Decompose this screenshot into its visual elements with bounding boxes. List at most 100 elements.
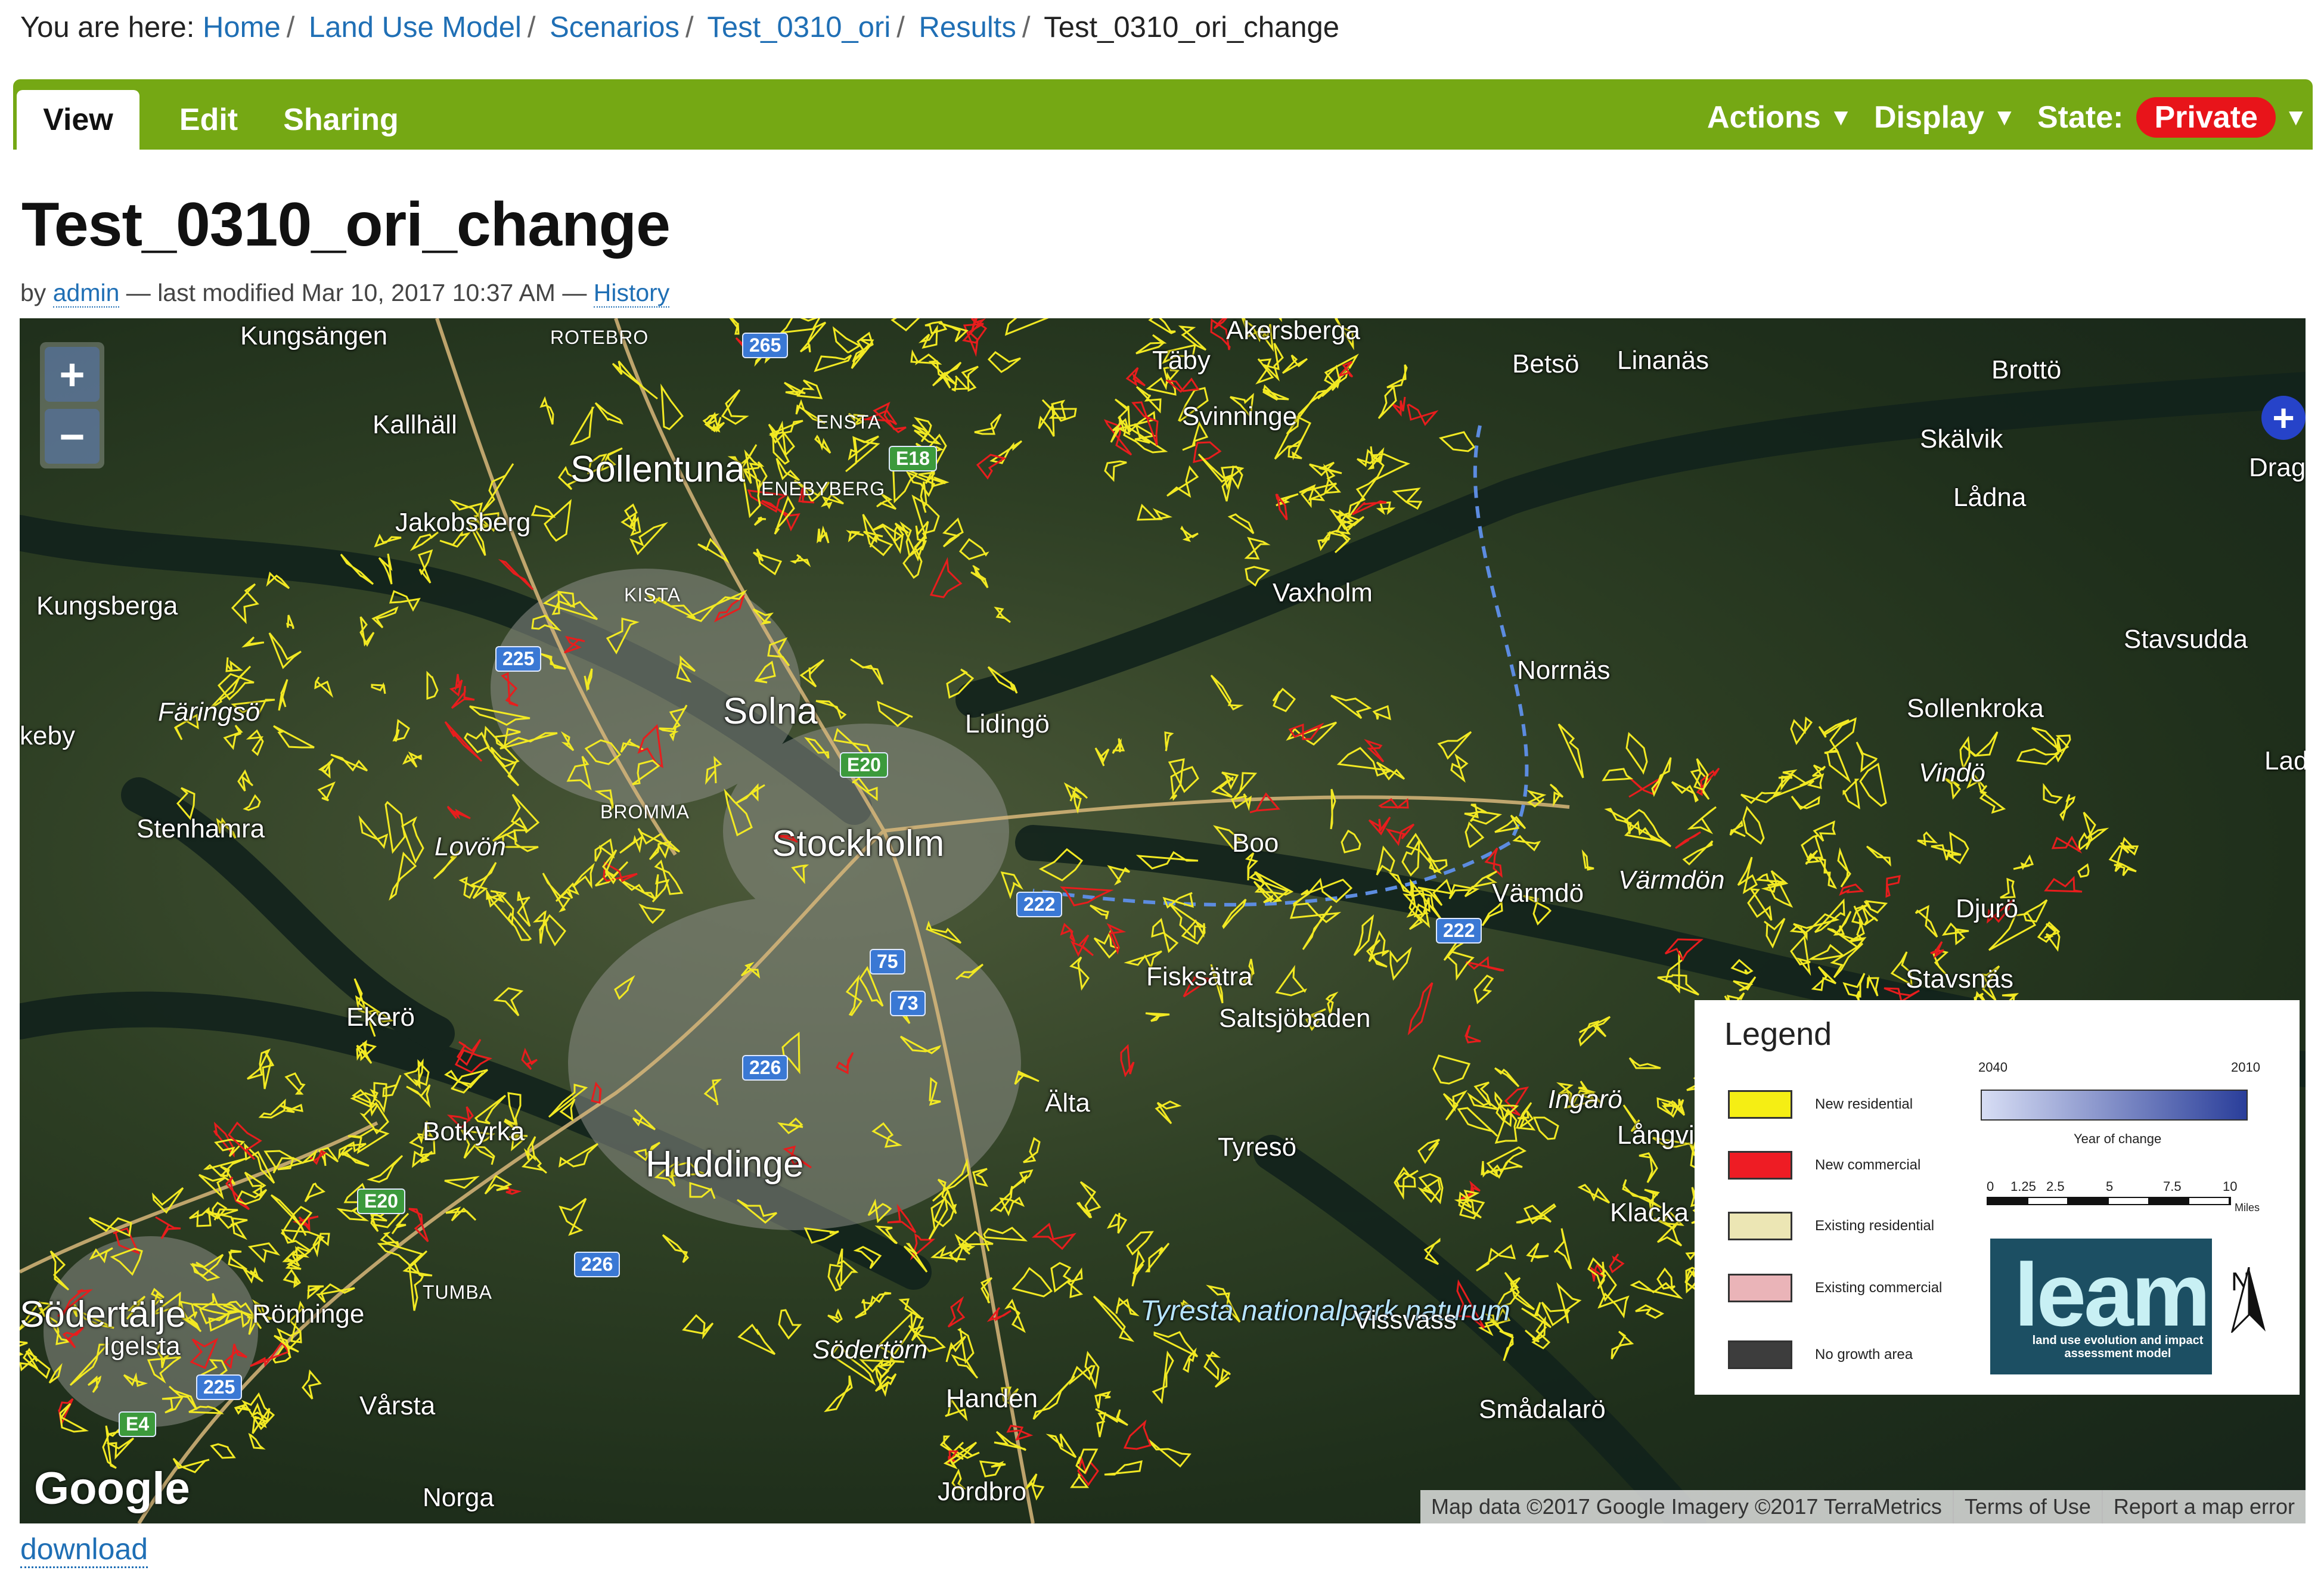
map-label: Ekerö [346, 1003, 415, 1032]
growth-outline [1288, 722, 1324, 740]
growth-outline [1630, 1280, 1683, 1299]
breadcrumb-home[interactable]: Home [203, 11, 281, 44]
growth-outline [817, 525, 830, 544]
map-label: Akersberga [1226, 318, 1361, 345]
growth-outline [241, 636, 264, 648]
growth-outline [1090, 904, 1109, 920]
growth-outline [243, 1267, 263, 1284]
growth-outline [1153, 1331, 1199, 1358]
growth-outline [2059, 794, 2076, 821]
growth-outline [1386, 364, 1408, 389]
report-map-error-link[interactable]: Report a map error [2101, 1490, 2306, 1523]
growth-outline [1104, 1460, 1143, 1476]
history-link[interactable]: History [593, 279, 670, 308]
growth-outline [869, 1292, 892, 1307]
growth-outline [1272, 687, 1296, 712]
map-label: Kallhäll [373, 410, 457, 439]
growth-outline [283, 1268, 302, 1288]
growth-outline [983, 1227, 1028, 1242]
map-label: Färingsö [158, 697, 260, 727]
display-menu[interactable]: Display ▼ [1874, 96, 2016, 139]
growth-outline [247, 1242, 281, 1264]
growth-outline [2078, 827, 2109, 852]
growth-outline [1609, 1253, 1625, 1274]
tab-edit[interactable]: Edit [161, 90, 256, 150]
growth-outline [855, 1299, 873, 1319]
growth-outline [1917, 831, 1938, 846]
growth-outline [994, 606, 1011, 623]
growth-outline [1155, 1100, 1182, 1125]
growth-outline [1737, 856, 1758, 895]
growth-outline [1286, 721, 1338, 746]
growth-outline [444, 1175, 480, 1189]
growth-outline [270, 1194, 307, 1236]
map-label: Älta [1045, 1088, 1090, 1118]
tab-sharing[interactable]: Sharing [275, 90, 407, 150]
growth-outline [1065, 1267, 1084, 1299]
state-menu[interactable]: State: Private ▼ [2037, 96, 2308, 139]
zoom-out-button[interactable]: − [45, 409, 100, 464]
tab-view[interactable]: View [17, 90, 139, 150]
growth-outline [2013, 854, 2034, 870]
growth-outline [1553, 1228, 1572, 1270]
growth-outline [1611, 1330, 1634, 1360]
growth-outline [912, 424, 942, 445]
breadcrumb-land-use-model[interactable]: Land Use Model [309, 11, 522, 44]
map-viewport[interactable]: + − + Kungsängen ROTEBRO Akersberga Täby… [20, 318, 2306, 1523]
growth-outline [753, 516, 767, 526]
growth-outline [1494, 814, 1526, 833]
state-label: State: [2037, 100, 2124, 135]
map-label: Sollentuna [570, 449, 746, 490]
growth-outline [976, 454, 1007, 480]
growth-outline [468, 862, 497, 899]
leam-logo-subtitle: land use evolution and impact assessment… [2032, 1334, 2204, 1360]
growth-outline [458, 876, 476, 899]
growth-outline [1948, 831, 1969, 865]
growth-outline [1417, 1138, 1441, 1164]
growth-outline [1813, 820, 1836, 842]
growth-outline [697, 538, 730, 564]
growth-outline [151, 1187, 184, 1214]
growth-outline [304, 1183, 326, 1202]
map-label: Lidingö [965, 709, 1050, 738]
growth-outline [1401, 840, 1420, 877]
breadcrumb-scenarios[interactable]: Scenarios [550, 11, 679, 44]
zoom-in-button[interactable]: + [45, 347, 100, 402]
growth-outline [1392, 488, 1423, 510]
actions-menu[interactable]: Actions ▼ [1707, 96, 1853, 139]
growth-outline [1866, 845, 1891, 867]
road-shield: 222 [1016, 892, 1063, 917]
author-link[interactable]: admin [52, 279, 120, 308]
growth-outline [481, 463, 514, 513]
breadcrumb-results[interactable]: Results [919, 11, 1016, 44]
growth-outline [876, 700, 913, 727]
growth-outline [989, 440, 1023, 464]
scale-tick: 7.5 [2163, 1179, 2182, 1194]
growth-outline [517, 891, 531, 927]
terms-of-use-link[interactable]: Terms of Use [1952, 1490, 2102, 1523]
growth-outline [230, 1217, 248, 1240]
growth-outline [1512, 834, 1541, 852]
map-label: Vissvass [1354, 1305, 1457, 1335]
growth-outline [1635, 1304, 1665, 1319]
growth-outline [1151, 918, 1179, 953]
breadcrumb-scenario[interactable]: Test_0310_ori [707, 11, 890, 44]
road-shield: 73 [890, 991, 926, 1016]
growth-outline [1181, 919, 1206, 945]
growth-outline [318, 758, 334, 779]
growth-outline [1094, 747, 1110, 766]
last-modified: — last modified Mar 10, 2017 10:37 AM — [126, 279, 587, 306]
growth-outline [1115, 1297, 1140, 1317]
download-link[interactable]: download [20, 1532, 148, 1568]
growth-outline [619, 834, 644, 854]
growth-outline [1079, 1181, 1102, 1219]
map-expand-button[interactable]: + [2261, 396, 2306, 440]
growth-outline [1526, 1242, 1549, 1262]
growth-outline [2044, 876, 2083, 893]
chevron-down-icon: ▼ [1992, 104, 2016, 131]
legend-swatch [1728, 1274, 1792, 1302]
growth-outline [1791, 796, 1820, 811]
growth-outline [1639, 1152, 1658, 1183]
growth-outline [1457, 1107, 1498, 1137]
growth-outline [532, 910, 550, 944]
